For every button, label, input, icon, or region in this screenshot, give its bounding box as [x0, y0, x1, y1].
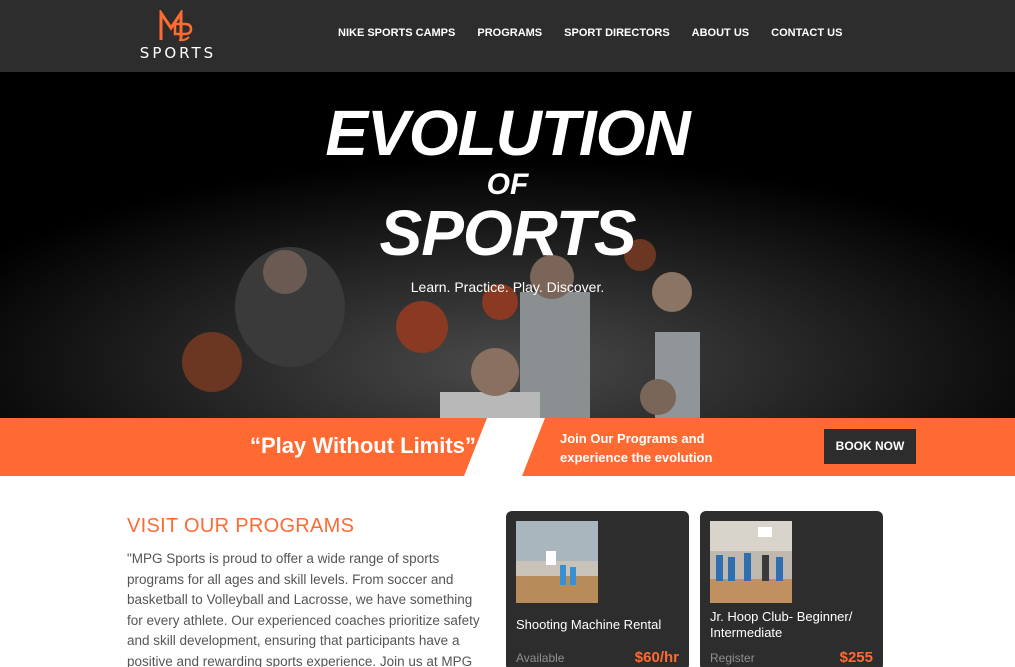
nav-item-nike-sports-camps[interactable]: NIKE SPORTS CAMPS — [338, 27, 455, 39]
site-logo[interactable]: SPORTS — [133, 10, 223, 62]
hero-title-line-1: EVOLUTION — [325, 97, 690, 169]
mpg-logo-icon — [159, 10, 193, 42]
main-menu: NIKE SPORTS CAMPS PROGRAMS SPORT DIRECTO… — [338, 27, 842, 39]
card-status: Register — [710, 651, 755, 665]
logo-text: SPORTS — [139, 44, 217, 62]
card-status: Available — [516, 651, 565, 665]
nav-item-about-us[interactable]: ABOUT US — [692, 27, 749, 39]
programs-heading: VISIT OUR PROGRAMS — [127, 515, 355, 537]
card-title: Shooting Machine Rental — [516, 617, 662, 632]
hero-subtitle: Learn. Practice. Play. Discover. — [410, 279, 605, 295]
cta-band: “Play Without Limits” Join Our Programs … — [0, 418, 1015, 476]
card-price: $60/hr — [634, 649, 679, 666]
nav-item-sport-directors[interactable]: SPORT DIRECTORS — [564, 27, 670, 39]
program-card-jr-hoop-club[interactable]: Jr. Hoop Club- Beginner/ Intermediate Re… — [700, 511, 883, 667]
band-quote: “Play Without Limits” — [250, 433, 476, 458]
programs-description: "MPG Sports is proud to offer a wide ran… — [127, 551, 480, 667]
band-cta-text: Join Our Programs and experience the evo… — [560, 431, 713, 465]
hero-banner: EVOLUTION OF SPORTS Learn. Practice. Pla… — [0, 72, 1015, 418]
card-price: $255 — [839, 649, 873, 666]
gym-thumbnail-image — [710, 521, 792, 603]
program-card-shooting-machine[interactable]: Shooting Machine Rental Available $60/hr — [506, 511, 689, 667]
gym-thumbnail-image — [516, 521, 598, 603]
book-now-button[interactable]: BOOK NOW — [824, 429, 916, 464]
hero-title-line-3: SPORTS — [379, 197, 637, 269]
nav-item-programs[interactable]: PROGRAMS — [477, 27, 542, 39]
nav-item-contact-us[interactable]: CONTACT US — [771, 27, 842, 39]
top-navbar: SPORTS NIKE SPORTS CAMPS PROGRAMS SPORT … — [0, 0, 1015, 72]
card-title: Jr. Hoop Club- Beginner/ Intermediate — [710, 609, 853, 640]
